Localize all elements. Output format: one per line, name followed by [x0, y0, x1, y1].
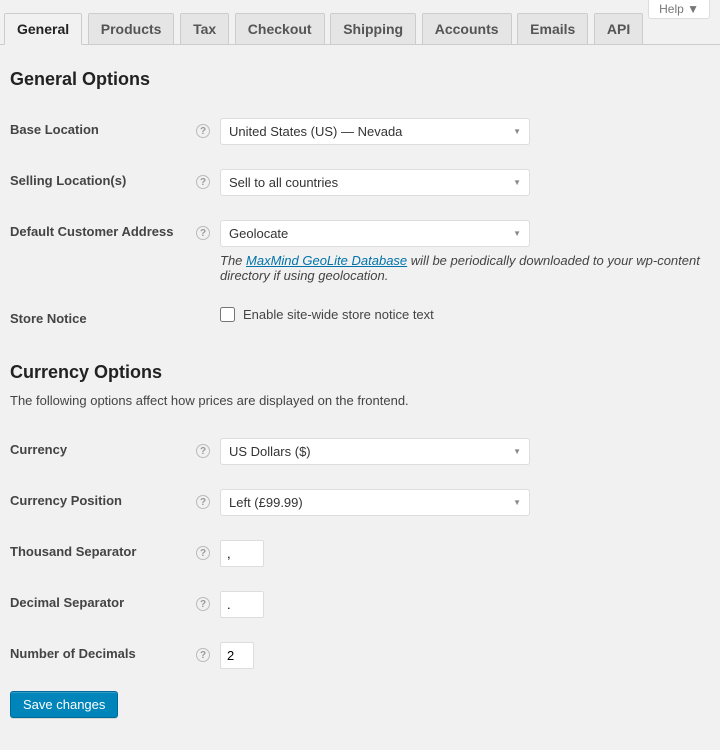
tab-tax[interactable]: Tax	[180, 13, 229, 44]
label-selling-location: Selling Location(s)	[10, 173, 126, 188]
tab-checkout[interactable]: Checkout	[235, 13, 325, 44]
help-icon[interactable]	[196, 124, 210, 138]
help-icon[interactable]	[196, 546, 210, 560]
label-store-notice: Store Notice	[10, 311, 87, 326]
label-base-location: Base Location	[10, 122, 99, 137]
thousand-separator-input[interactable]	[220, 540, 264, 567]
selling-location-value: Sell to all countries	[229, 175, 338, 190]
help-tab[interactable]: Help ▼	[648, 0, 710, 19]
chevron-down-icon: ▼	[513, 229, 521, 238]
help-icon[interactable]	[196, 597, 210, 611]
store-notice-checkbox-text: Enable site-wide store notice text	[243, 307, 434, 322]
tab-general[interactable]: General	[4, 13, 82, 45]
tab-api[interactable]: API	[594, 13, 643, 44]
currency-select[interactable]: US Dollars ($) ▼	[220, 438, 530, 465]
default-address-value: Geolocate	[229, 226, 288, 241]
label-default-address: Default Customer Address	[10, 224, 174, 239]
currency-value: US Dollars ($)	[229, 444, 311, 459]
base-location-value: United States (US) — Nevada	[229, 124, 402, 139]
chevron-down-icon: ▼	[513, 447, 521, 456]
help-icon[interactable]	[196, 648, 210, 662]
label-thousand-sep: Thousand Separator	[10, 544, 136, 559]
label-decimal-sep: Decimal Separator	[10, 595, 124, 610]
save-button[interactable]: Save changes	[10, 691, 118, 718]
store-notice-checkbox-label[interactable]: Enable site-wide store notice text	[220, 307, 434, 322]
base-location-select[interactable]: United States (US) — Nevada ▼	[220, 118, 530, 145]
section-general-heading: General Options	[10, 69, 710, 90]
tab-emails[interactable]: Emails	[517, 13, 588, 44]
label-currency-position: Currency Position	[10, 493, 122, 508]
help-icon[interactable]	[196, 495, 210, 509]
decimal-separator-input[interactable]	[220, 591, 264, 618]
maxmind-link[interactable]: MaxMind GeoLite Database	[246, 253, 407, 268]
default-address-select[interactable]: Geolocate ▼	[220, 220, 530, 247]
chevron-down-icon: ▼	[513, 178, 521, 187]
chevron-down-icon: ▼	[513, 498, 521, 507]
default-address-hint: The MaxMind GeoLite Database will be per…	[220, 253, 700, 283]
label-num-decimals: Number of Decimals	[10, 646, 136, 661]
tab-accounts[interactable]: Accounts	[422, 13, 512, 44]
help-icon[interactable]	[196, 175, 210, 189]
tab-shipping[interactable]: Shipping	[330, 13, 416, 44]
hint-text: The	[220, 253, 246, 268]
selling-location-select[interactable]: Sell to all countries ▼	[220, 169, 530, 196]
store-notice-checkbox[interactable]	[220, 307, 235, 322]
help-icon[interactable]	[196, 444, 210, 458]
settings-tabs: General Products Tax Checkout Shipping A…	[0, 0, 720, 45]
help-icon[interactable]	[196, 226, 210, 240]
currency-position-value: Left (£99.99)	[229, 495, 303, 510]
num-decimals-input[interactable]	[220, 642, 254, 669]
chevron-down-icon: ▼	[513, 127, 521, 136]
tab-products[interactable]: Products	[88, 13, 175, 44]
currency-position-select[interactable]: Left (£99.99) ▼	[220, 489, 530, 516]
section-currency-heading: Currency Options	[10, 362, 710, 383]
label-currency: Currency	[10, 442, 67, 457]
section-currency-desc: The following options affect how prices …	[10, 393, 710, 408]
